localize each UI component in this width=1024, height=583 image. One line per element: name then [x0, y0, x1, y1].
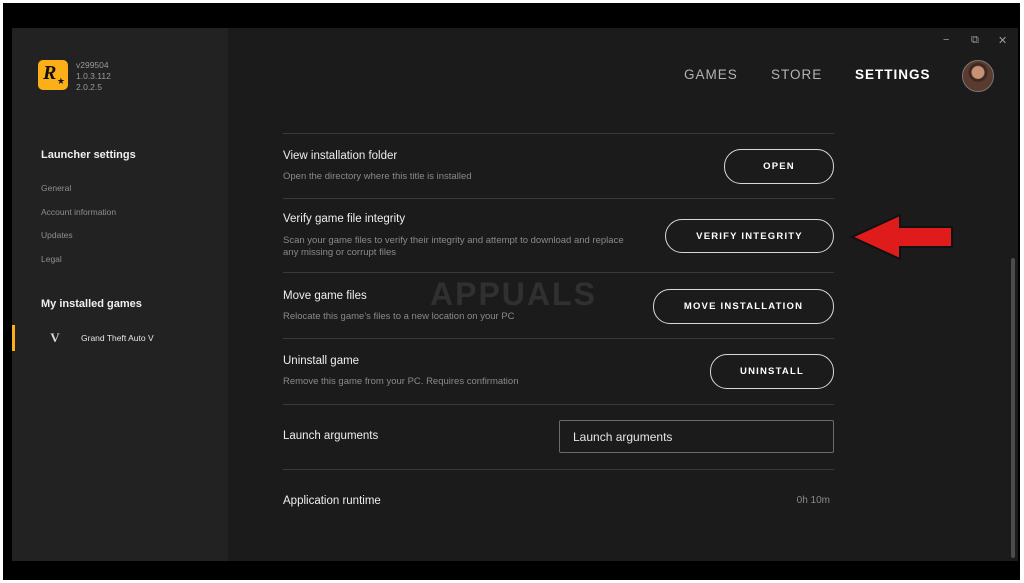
verify-title: Verify game file integrity: [283, 213, 406, 225]
version-line: 2.0.2.5: [76, 82, 102, 92]
logo-star-icon: ★: [56, 76, 65, 86]
rockstar-logo-icon: R ★: [38, 60, 68, 90]
watermark: APPUALS: [430, 276, 597, 312]
runtime-title: Application runtime: [283, 495, 381, 507]
version-line: v299504: [76, 60, 109, 70]
logo-letter: R: [43, 62, 57, 84]
verify-desc: Scan your game files to verify their int…: [283, 235, 624, 258]
sidebar-item-general[interactable]: General: [41, 183, 71, 193]
move-installation-button[interactable]: MOVE INSTALLATION: [653, 289, 834, 324]
view-folder-desc: Open the directory where this title is i…: [283, 171, 472, 182]
launch-arguments-title: Launch arguments: [283, 430, 379, 442]
launcher-window: R ★ v299504 1.0.3.112 2.0.2.5 Launcher s…: [12, 28, 1018, 561]
runtime-value: 0h 10m: [796, 495, 830, 506]
verify-integrity-button[interactable]: VERIFY INTEGRITY: [665, 219, 834, 253]
sidebar-item-updates[interactable]: Updates: [41, 230, 73, 240]
game-name: Grand Theft Auto V: [81, 333, 154, 343]
sidebar-item-legal[interactable]: Legal: [41, 254, 62, 264]
active-indicator: [12, 325, 15, 351]
uninstall-title: Uninstall game: [283, 355, 360, 367]
restore-icon[interactable]: ⧉: [971, 34, 979, 47]
move-desc: Relocate this game's files to a new loca…: [283, 311, 515, 322]
launch-arguments-input[interactable]: Launch arguments: [559, 420, 834, 453]
gta-v-icon: V: [50, 330, 60, 345]
app-header: R ★ v299504 1.0.3.112 2.0.2.5: [38, 60, 111, 93]
sidebar: R ★ v299504 1.0.3.112 2.0.2.5 Launcher s…: [12, 28, 228, 561]
launcher-settings-heading: Launcher settings: [41, 149, 136, 161]
scrollbar[interactable]: [1011, 258, 1015, 558]
move-title: Move game files: [283, 290, 367, 302]
divider: [283, 338, 834, 339]
uninstall-button[interactable]: UNINSTALL: [710, 354, 834, 389]
version-line: 1.0.3.112: [76, 71, 111, 81]
divider: [283, 198, 834, 199]
screenshot-frame: R ★ v299504 1.0.3.112 2.0.2.5 Launcher s…: [3, 3, 1020, 580]
divider: [283, 272, 834, 273]
sidebar-item-account-information[interactable]: Account information: [41, 207, 116, 217]
divider: [283, 133, 834, 134]
minimize-icon[interactable]: −: [943, 34, 949, 46]
avatar[interactable]: [962, 60, 994, 92]
installed-games-heading: My installed games: [41, 298, 142, 310]
nav-games[interactable]: GAMES: [684, 67, 738, 82]
nav-settings[interactable]: SETTINGS: [855, 67, 931, 82]
version-info: v299504 1.0.3.112 2.0.2.5: [76, 60, 111, 93]
divider: [283, 469, 834, 470]
red-arrow-icon: [850, 213, 953, 261]
divider: [283, 404, 834, 405]
nav-store[interactable]: STORE: [771, 67, 822, 82]
view-folder-title: View installation folder: [283, 150, 398, 162]
sidebar-item-gta-v[interactable]: V Grand Theft Auto V: [12, 325, 228, 351]
uninstall-desc: Remove this game from your PC. Requires …: [283, 376, 519, 387]
close-icon[interactable]: ✕: [998, 34, 1007, 47]
open-button[interactable]: OPEN: [724, 149, 834, 184]
